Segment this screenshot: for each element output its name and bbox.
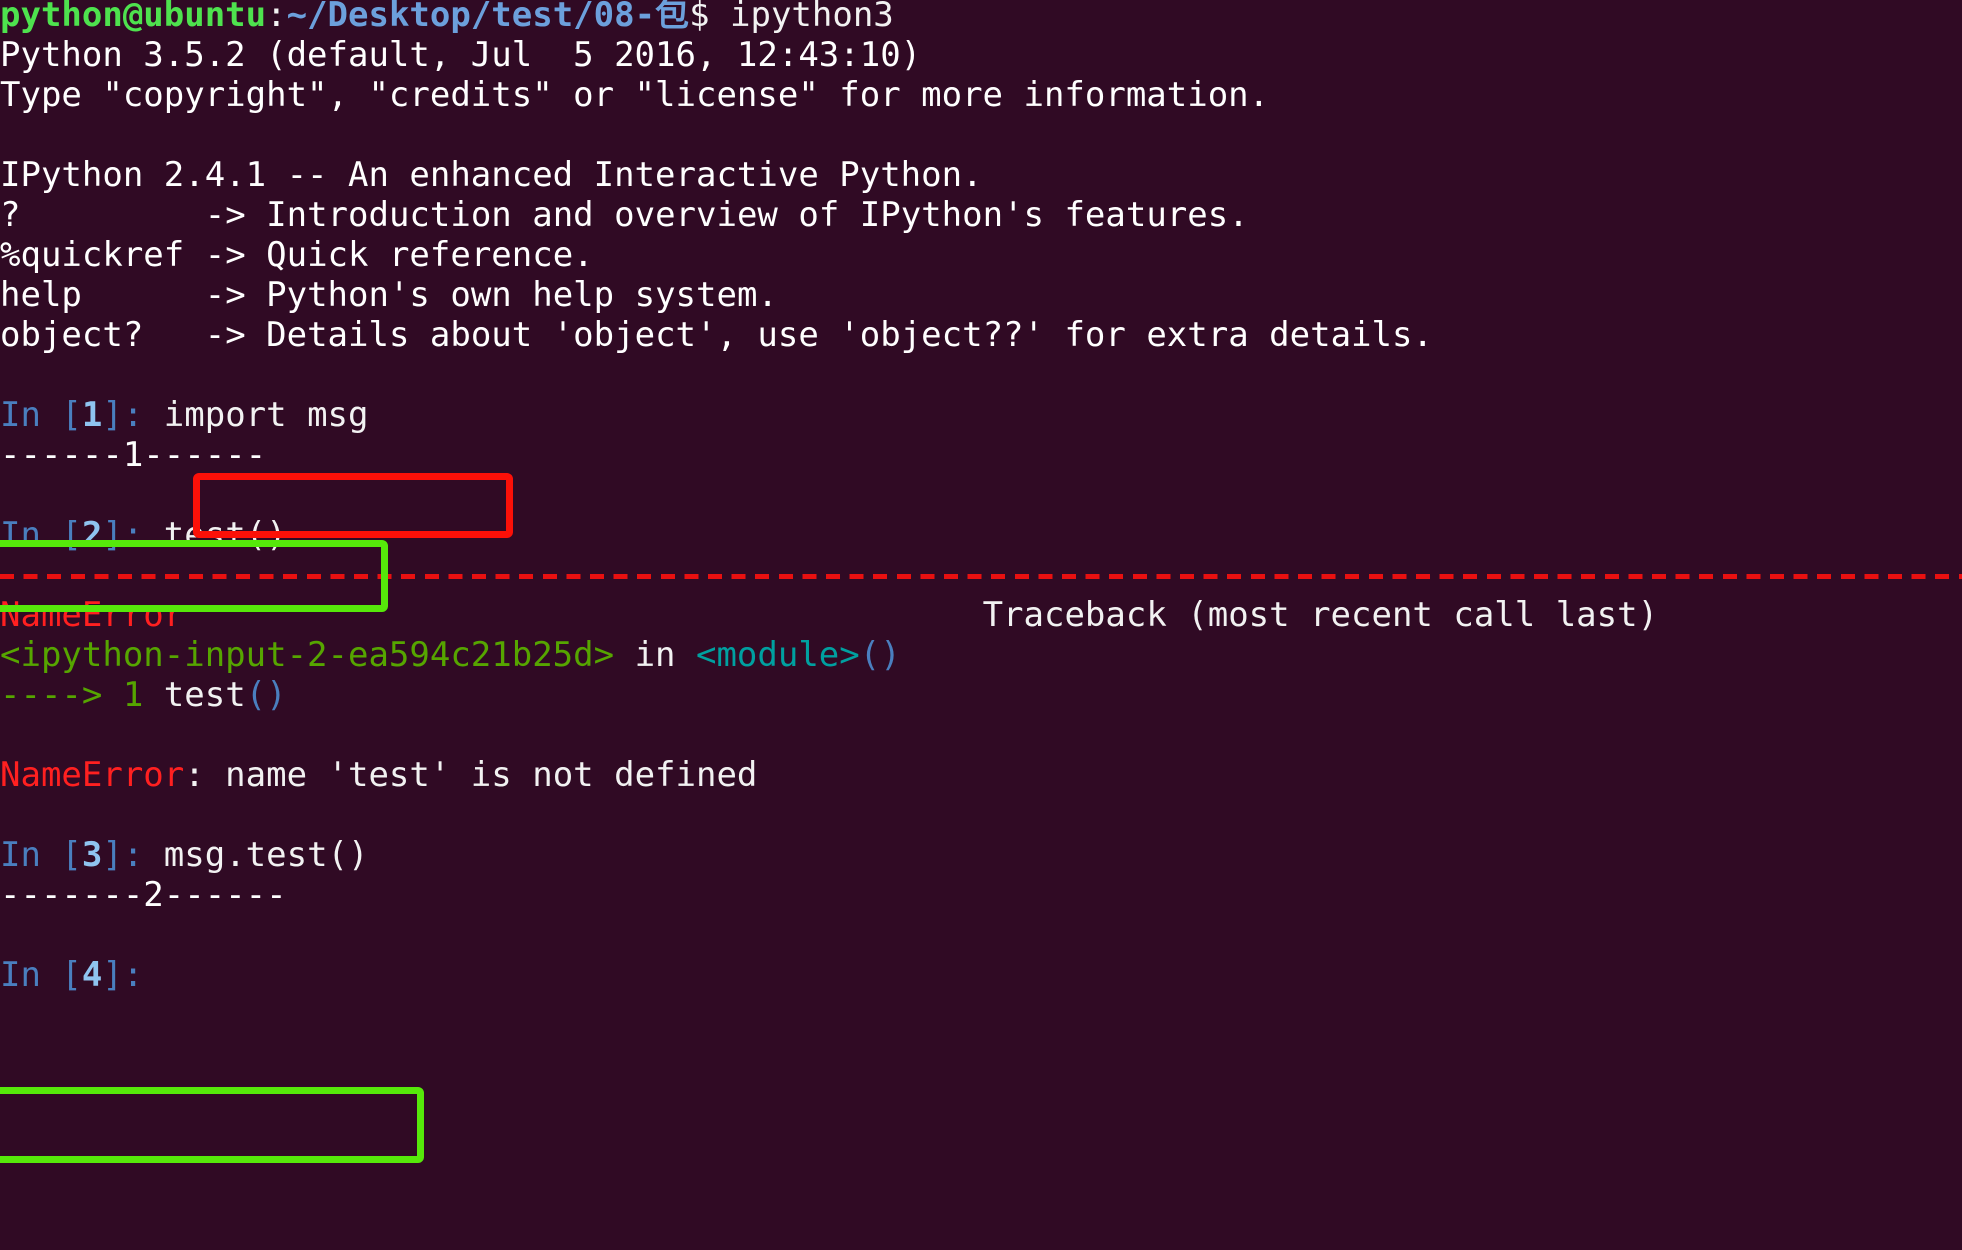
traceback-message-body: : name 'test' is not defined (184, 755, 758, 795)
output-cell-1: ------1------ (0, 435, 267, 475)
traceback-frame-code: test (143, 675, 246, 715)
traceback-location-parens: () (859, 635, 901, 675)
traceback-frame-lineno: 1 (122, 675, 144, 715)
in-prompt-1-open: In [ (0, 395, 82, 435)
traceback-location: <ipython-input-2-ea594c21b25d> in <modul… (0, 635, 1962, 675)
ipython-help-row-3: object? -> Details about 'object', use '… (0, 315, 1962, 355)
help-desc-2: Python's own help system. (266, 275, 778, 315)
help-key-3: object? (0, 315, 144, 355)
traceback-message-prefix: NameError (0, 755, 185, 795)
help-arrow-3: -> (204, 315, 267, 355)
traceback-separator-line (0, 574, 1962, 579)
help-desc-3: Details about 'object', use 'object??' f… (266, 315, 1433, 355)
help-arrow-2: -> (204, 275, 267, 315)
ipython-help-row-2: help -> Python's own help system. (0, 275, 1962, 315)
in-prompt-2-number: 2 (81, 515, 103, 555)
traceback-frame-arrow: ----> (0, 675, 123, 715)
in-prompt-3-close: ]: (102, 835, 164, 875)
help-arrow-1: -> (204, 235, 267, 275)
help-desc-0: Introduction and overview of IPython's f… (266, 195, 1249, 235)
in-prompt-3-open: In [ (0, 835, 82, 875)
shell-dollar: $ (689, 0, 710, 35)
in-prompt-4-number: 4 (81, 955, 103, 995)
ipython-help-row-0: ? -> Introduction and overview of IPytho… (0, 195, 1962, 235)
in-prompt-4-open: In [ (0, 955, 82, 995)
in-code-2[interactable]: test() (164, 515, 287, 555)
input-cell-1[interactable]: In [1]: import msg (0, 395, 1962, 435)
help-key-2: help (0, 275, 82, 315)
traceback-location-in: in (614, 635, 696, 675)
shell-path: ~/Desktop/test/08-包 (286, 0, 690, 35)
traceback-frame-code-parens: () (245, 675, 287, 715)
help-key-1: %quickref (0, 235, 185, 275)
help-pad-1 (184, 235, 204, 275)
help-pad-0 (20, 195, 204, 235)
traceback-separator (0, 555, 1962, 595)
input-cell-2[interactable]: In [2]: test() (0, 515, 1962, 555)
help-desc-1: Quick reference. (266, 235, 594, 275)
shell-prompt-line: python@ubuntu:~/Desktop/test/08-包$ ipyth… (0, 0, 1962, 35)
traceback-location-module: <module> (695, 635, 860, 675)
ipython-help-row-1: %quickref -> Quick reference. (0, 235, 1962, 275)
terminal-screen: python@ubuntu:~/Desktop/test/08-包$ ipyth… (0, 0, 1962, 995)
in-prompt-2-open: In [ (0, 515, 82, 555)
traceback-location-file: <ipython-input-2-ea594c21b25d> (0, 635, 615, 675)
annotation-green-box-output-2 (0, 1087, 424, 1163)
in-code-1[interactable]: import msg (164, 395, 369, 435)
terminal-window[interactable]: python@ubuntu:~/Desktop/test/08-包$ ipyth… (0, 0, 1962, 1250)
python-version-line: Python 3.5.2 (default, Jul 5 2016, 12:43… (0, 35, 922, 75)
in-prompt-1-close: ]: (102, 395, 164, 435)
shell-command: ipython3 (709, 0, 894, 35)
in-prompt-2-close: ]: (102, 515, 164, 555)
traceback-header-spacer (184, 595, 982, 635)
python-copyright-line: Type "copyright", "credits" or "license"… (0, 75, 1270, 115)
ipython-title-line: IPython 2.4.1 -- An enhanced Interactive… (0, 155, 983, 195)
traceback-message: NameError: name 'test' is not defined (0, 755, 1962, 795)
help-arrow-0: -> (204, 195, 267, 235)
input-cell-4[interactable]: In [4]: (0, 955, 1962, 995)
input-cell-3[interactable]: In [3]: msg.test() (0, 835, 1962, 875)
shell-user-host: python@ubuntu (0, 0, 267, 35)
traceback-frame: ----> 1 test() (0, 675, 1962, 715)
help-pad-2 (82, 275, 205, 315)
shell-prompt-separator: : (266, 0, 287, 35)
traceback-header-right: Traceback (most recent call last) (982, 595, 1659, 635)
in-code-3[interactable]: msg.test() (164, 835, 369, 875)
output-cell-3: -------2------ (0, 875, 287, 915)
help-key-0: ? (0, 195, 21, 235)
traceback-header: NameError Traceback (most recent call la… (0, 595, 1962, 635)
in-prompt-4-close: ]: (102, 955, 144, 995)
help-pad-3 (143, 315, 204, 355)
in-prompt-1-number: 1 (81, 395, 103, 435)
in-prompt-3-number: 3 (81, 835, 103, 875)
traceback-exception-name: NameError (0, 595, 185, 635)
